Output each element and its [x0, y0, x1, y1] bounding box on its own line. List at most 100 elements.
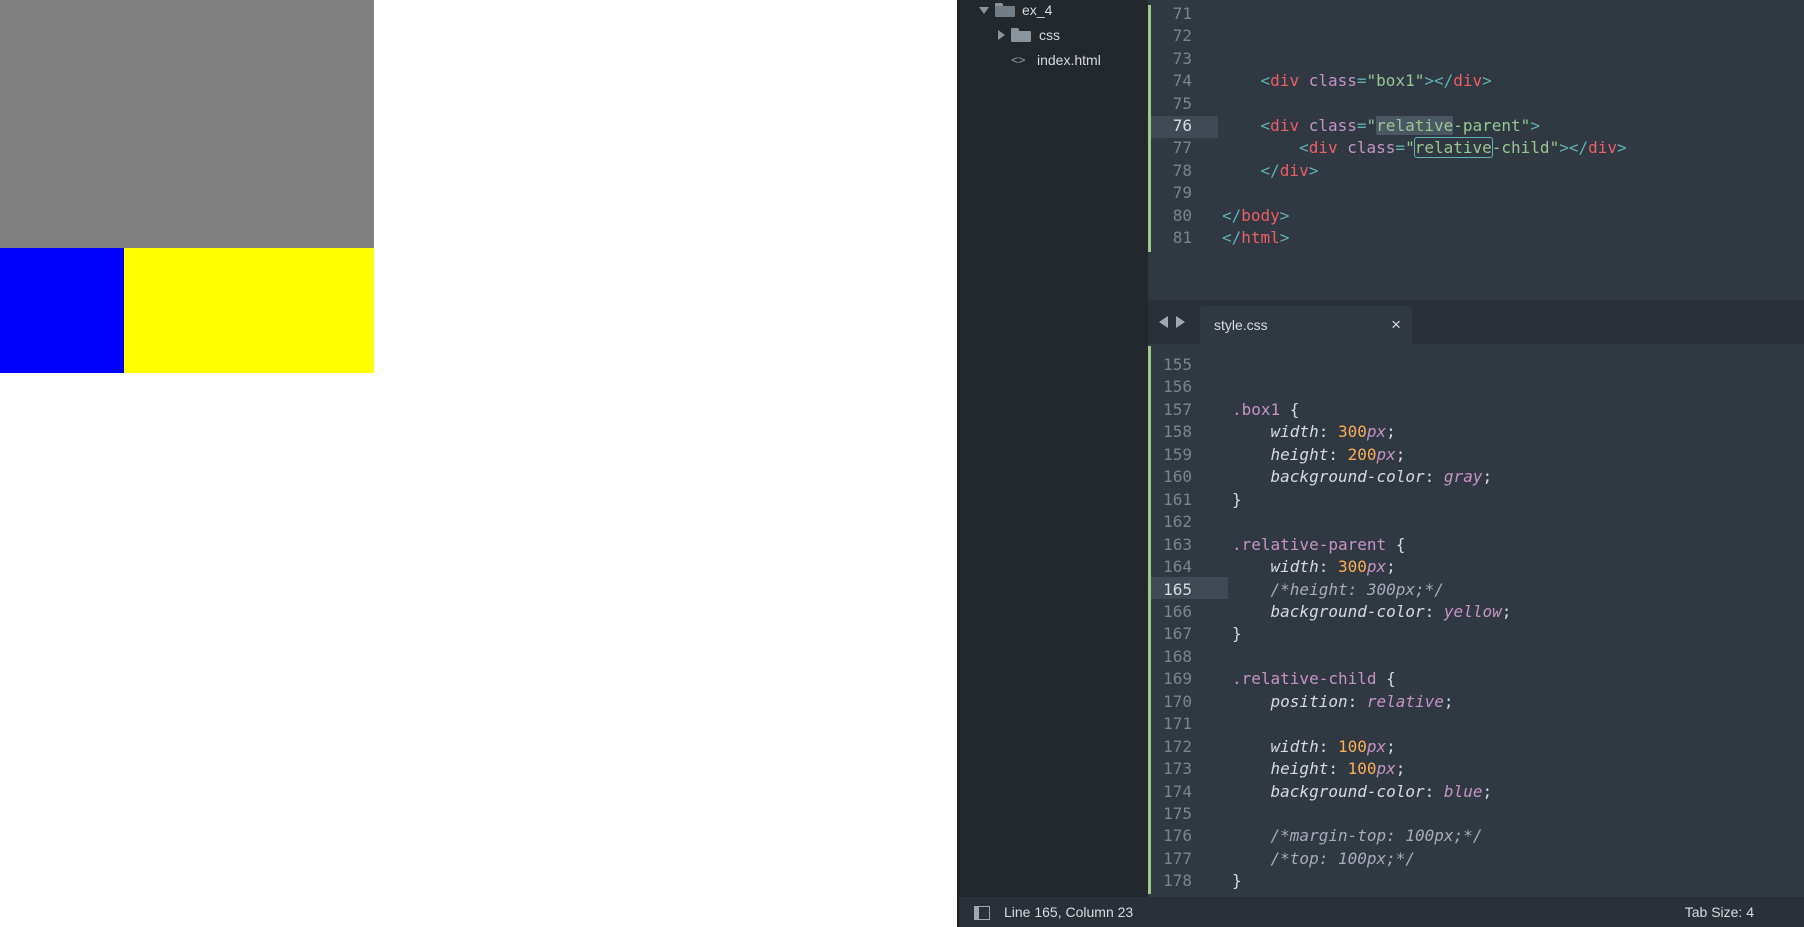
- code-token-indent: [1222, 138, 1299, 157]
- code-token-indent: [1222, 116, 1261, 135]
- css-brace: }: [1232, 871, 1242, 891]
- css-brace: }: [1232, 489, 1242, 509]
- line-number: 79: [1172, 183, 1192, 203]
- code-semicolon: ;: [1395, 759, 1406, 779]
- code-line: </body>: [1222, 205, 1289, 227]
- code-line: <div class="relative-child"></div>: [1222, 137, 1627, 159]
- code-token-q2: ": [1520, 116, 1531, 135]
- line-number: 170: [1163, 691, 1192, 711]
- relative-parent-yellow: [0, 248, 374, 373]
- line-number: 157: [1163, 399, 1192, 419]
- sidebar-toggle-icon[interactable]: [974, 906, 990, 920]
- code-colon: :: [1328, 759, 1348, 779]
- sidebar-root-label: ex_4: [1022, 2, 1053, 18]
- code-line: }: [1232, 870, 1242, 892]
- chevron-down-icon[interactable]: [979, 7, 989, 14]
- browser-preview: [0, 0, 957, 927]
- cursor-position[interactable]: Line 165, Column 23: [1004, 904, 1133, 920]
- sidebar-item-index-html[interactable]: <> index.html: [1011, 49, 1141, 71]
- css-property: height: [1270, 444, 1329, 464]
- line-number: 81: [1172, 228, 1192, 247]
- line-number: 158: [1163, 422, 1192, 442]
- code-token-end: >: [1617, 138, 1627, 158]
- code-line: /*margin-top: 100px;*/: [1232, 825, 1483, 847]
- code-token-tag: div: [1270, 71, 1300, 91]
- css-brace: }: [1232, 624, 1242, 644]
- code-colon: :: [1318, 557, 1338, 577]
- code-token-attr: class: [1308, 116, 1357, 135]
- code-token-end: >: [1308, 160, 1319, 180]
- code-file-icon: <>: [1011, 53, 1026, 67]
- css-property: background-color: [1270, 467, 1425, 487]
- code-token-val: box1: [1376, 71, 1415, 91]
- line-number: 155: [1163, 355, 1192, 374]
- code-token-open: <: [1260, 71, 1271, 91]
- relative-child-blue: [0, 248, 124, 373]
- code-token-indent: [1222, 71, 1261, 90]
- line-number: 165: [1163, 579, 1192, 599]
- tab-next-arrow-icon[interactable]: [1176, 316, 1185, 328]
- close-icon[interactable]: ×: [1391, 315, 1401, 335]
- line-number: 162: [1163, 512, 1192, 532]
- code-line: .relative-child {: [1232, 668, 1396, 690]
- tab-size[interactable]: Tab Size: 4: [1685, 904, 1754, 920]
- css-number: 100: [1347, 759, 1377, 779]
- code-line: width: 100px;: [1232, 736, 1396, 758]
- line-number: 75: [1172, 93, 1192, 113]
- code-colon: :: [1347, 691, 1367, 711]
- code-token-attr: class: [1308, 71, 1357, 91]
- code-token-val_a: relative: [1376, 116, 1454, 135]
- css-number: 200: [1347, 444, 1377, 464]
- code-token-open: </: [1260, 160, 1280, 180]
- line-number: 80: [1172, 205, 1192, 225]
- code-token-tag2: div: [1453, 71, 1483, 91]
- code-token-q2: ": [1414, 71, 1425, 91]
- line-number: 176: [1163, 826, 1192, 846]
- css-unit: px: [1366, 736, 1387, 756]
- code-token-val_b: -parent: [1453, 116, 1521, 135]
- status-bar: Line 165, Column 23 Tab Size: 4: [959, 897, 1804, 927]
- line-number: 156: [1163, 377, 1192, 397]
- line-number: 78: [1172, 160, 1192, 180]
- code-line: width: 300px;: [1232, 556, 1396, 578]
- chevron-right-icon[interactable]: [998, 30, 1005, 40]
- code-semicolon: ;: [1386, 422, 1396, 442]
- code-colon: :: [1424, 781, 1444, 801]
- css-unit: px: [1366, 557, 1387, 577]
- code-semicolon: ;: [1443, 691, 1454, 711]
- sidebar-item-css[interactable]: css: [995, 24, 1135, 46]
- css-keyword: yellow: [1443, 601, 1502, 621]
- code-token-open: <: [1299, 138, 1309, 158]
- code-token-eq: =: [1356, 116, 1367, 135]
- code-token-end: >: [1279, 228, 1290, 247]
- code-semicolon: ;: [1395, 444, 1406, 464]
- code-colon: :: [1318, 736, 1338, 756]
- line-number: 71: [1172, 4, 1192, 23]
- tab-prev-arrow-icon[interactable]: [1159, 316, 1168, 328]
- code-line: height: 200px;: [1232, 444, 1406, 466]
- css-property: height: [1270, 759, 1329, 779]
- code-line: </div>: [1222, 160, 1319, 182]
- css-selector: .box1: [1232, 399, 1281, 419]
- code-line: <div class="box1"></div>: [1222, 70, 1492, 92]
- code-token-close: ></: [1559, 138, 1589, 158]
- css-property: background-color: [1270, 781, 1425, 801]
- code-token-tag2: div: [1588, 138, 1618, 158]
- sidebar-item-label: index.html: [1037, 52, 1101, 68]
- sidebar-folder-root[interactable]: ex_4: [979, 0, 1139, 22]
- code-semicolon: ;: [1386, 557, 1396, 577]
- code-line: .box1 {: [1232, 399, 1299, 421]
- css-selector: .relative-child: [1232, 669, 1377, 689]
- tab-style-css[interactable]: style.css ×: [1200, 306, 1412, 344]
- css-number: 300: [1337, 422, 1367, 442]
- css-brace: {: [1376, 669, 1396, 689]
- code-token-end: >: [1279, 205, 1290, 225]
- line-number: 174: [1163, 781, 1192, 801]
